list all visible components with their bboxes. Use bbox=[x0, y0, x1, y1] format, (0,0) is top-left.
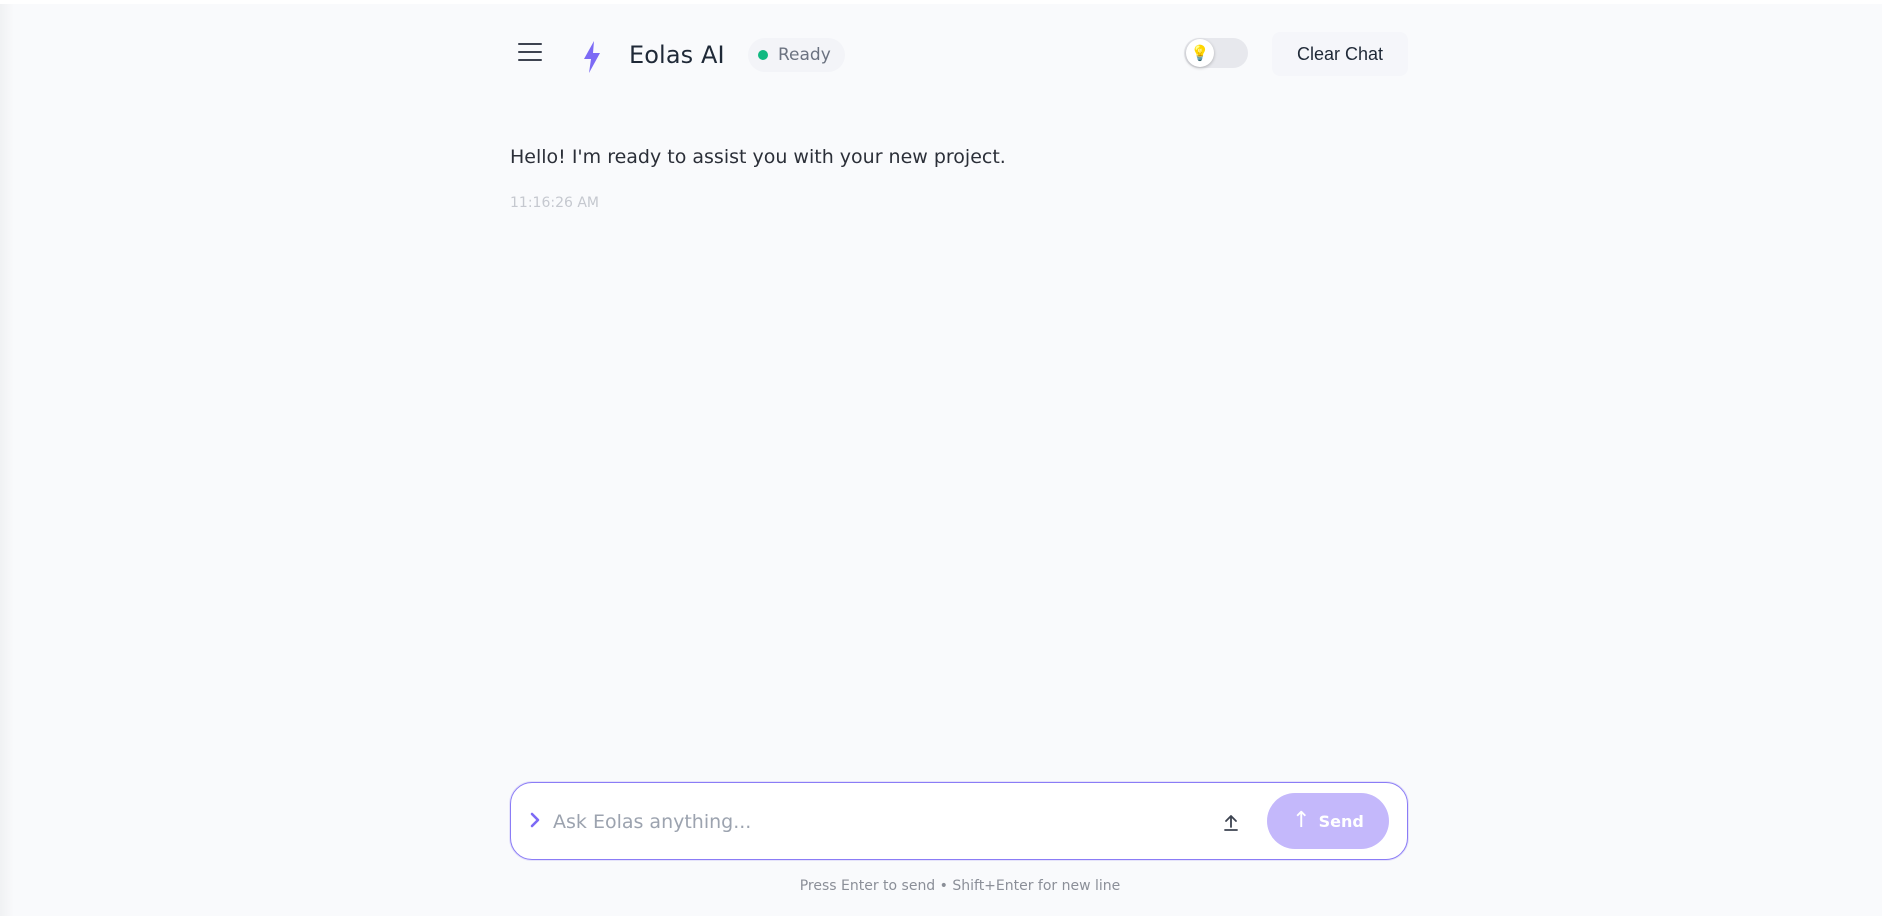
chevron-right-icon bbox=[530, 812, 540, 828]
clear-chat-button[interactable]: Clear Chat bbox=[1272, 32, 1408, 76]
left-edge-shadow bbox=[0, 4, 14, 916]
message-text: Hello! I'm ready to assist you with your… bbox=[510, 146, 1006, 168]
status-label: Ready bbox=[778, 45, 831, 65]
chat-input[interactable] bbox=[551, 801, 1195, 843]
app-title: Eolas AI bbox=[629, 41, 725, 69]
lightbulb-icon: 💡 bbox=[1186, 39, 1214, 67]
send-label: Send bbox=[1318, 811, 1364, 831]
hamburger-menu-icon[interactable] bbox=[518, 40, 542, 64]
upload-icon[interactable] bbox=[1221, 811, 1241, 833]
arrow-up-icon: ↑ bbox=[1292, 808, 1311, 833]
keyboard-hint: Press Enter to send • Shift+Enter for ne… bbox=[799, 878, 1121, 894]
header: Eolas AI Ready 💡 Clear Chat bbox=[510, 28, 1410, 80]
assistant-message: Hello! I'm ready to assist you with your… bbox=[510, 146, 1410, 211]
lightning-bolt-icon bbox=[584, 41, 600, 73]
send-button[interactable]: ↑ Send bbox=[1267, 793, 1389, 849]
theme-toggle[interactable]: 💡 bbox=[1184, 38, 1248, 68]
status-badge: Ready bbox=[748, 38, 845, 72]
status-dot bbox=[758, 50, 768, 60]
message-composer: ↑ Send bbox=[510, 782, 1408, 860]
message-timestamp: 11:16:26 AM bbox=[510, 195, 599, 211]
chat-app: Eolas AI Ready 💡 Clear Chat Hello! I'm r… bbox=[0, 4, 1882, 916]
